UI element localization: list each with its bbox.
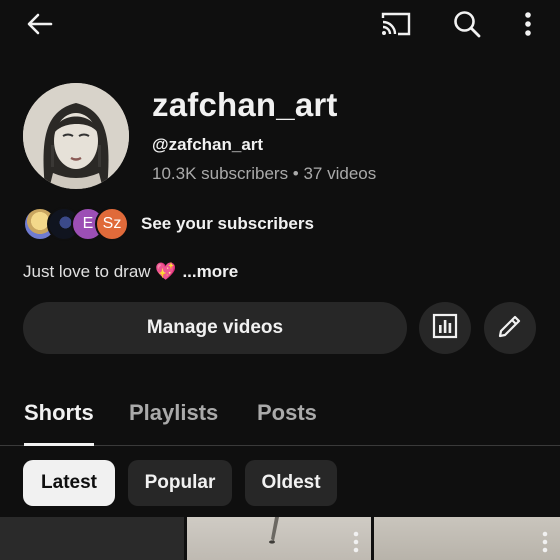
edit-channel-button[interactable]	[484, 302, 536, 354]
channel-avatar[interactable]	[23, 83, 129, 189]
active-tab-indicator	[24, 443, 94, 446]
channel-handle: @zafchan_art	[152, 135, 264, 154]
more-vert-icon[interactable]	[542, 531, 548, 553]
top-app-bar	[0, 0, 560, 48]
manage-videos-button[interactable]: Manage videos	[23, 302, 407, 354]
more-vert-icon[interactable]	[353, 531, 359, 553]
channel-description[interactable]: Just love to draw 💖 ...more	[23, 262, 238, 282]
analytics-button[interactable]	[419, 302, 471, 354]
tab-posts[interactable]: Posts	[257, 400, 317, 426]
cast-icon[interactable]	[380, 8, 412, 40]
chip-latest[interactable]: Latest	[23, 460, 115, 506]
subscribers-row[interactable]: E Sz See your subscribers	[23, 205, 314, 243]
channel-name: zafchan_art	[152, 86, 338, 123]
bio-text: Just love to draw 💖	[23, 262, 177, 281]
more-link[interactable]: ...more	[182, 262, 238, 281]
tab-shorts[interactable]: Shorts	[24, 400, 94, 426]
channel-stats: 10.3K subscribers • 37 videos	[152, 164, 377, 183]
chip-oldest[interactable]: Oldest	[245, 460, 337, 506]
analytics-icon	[432, 313, 458, 344]
edit-pencil-icon	[496, 312, 524, 345]
more-vert-icon[interactable]	[512, 8, 544, 40]
search-icon[interactable]	[451, 8, 483, 40]
tab-playlists[interactable]: Playlists	[129, 400, 218, 426]
short-thumbnail[interactable]	[187, 517, 371, 560]
short-thumbnail[interactable]	[0, 517, 184, 560]
see-subscribers-link[interactable]: See your subscribers	[141, 214, 314, 234]
shorts-grid	[0, 517, 560, 560]
chip-popular[interactable]: Popular	[128, 460, 232, 506]
subscriber-avatar: Sz	[95, 207, 129, 241]
short-thumbnail[interactable]	[374, 517, 560, 560]
back-icon[interactable]	[24, 8, 56, 40]
content-tabs: Shorts Playlists Posts	[0, 388, 560, 446]
